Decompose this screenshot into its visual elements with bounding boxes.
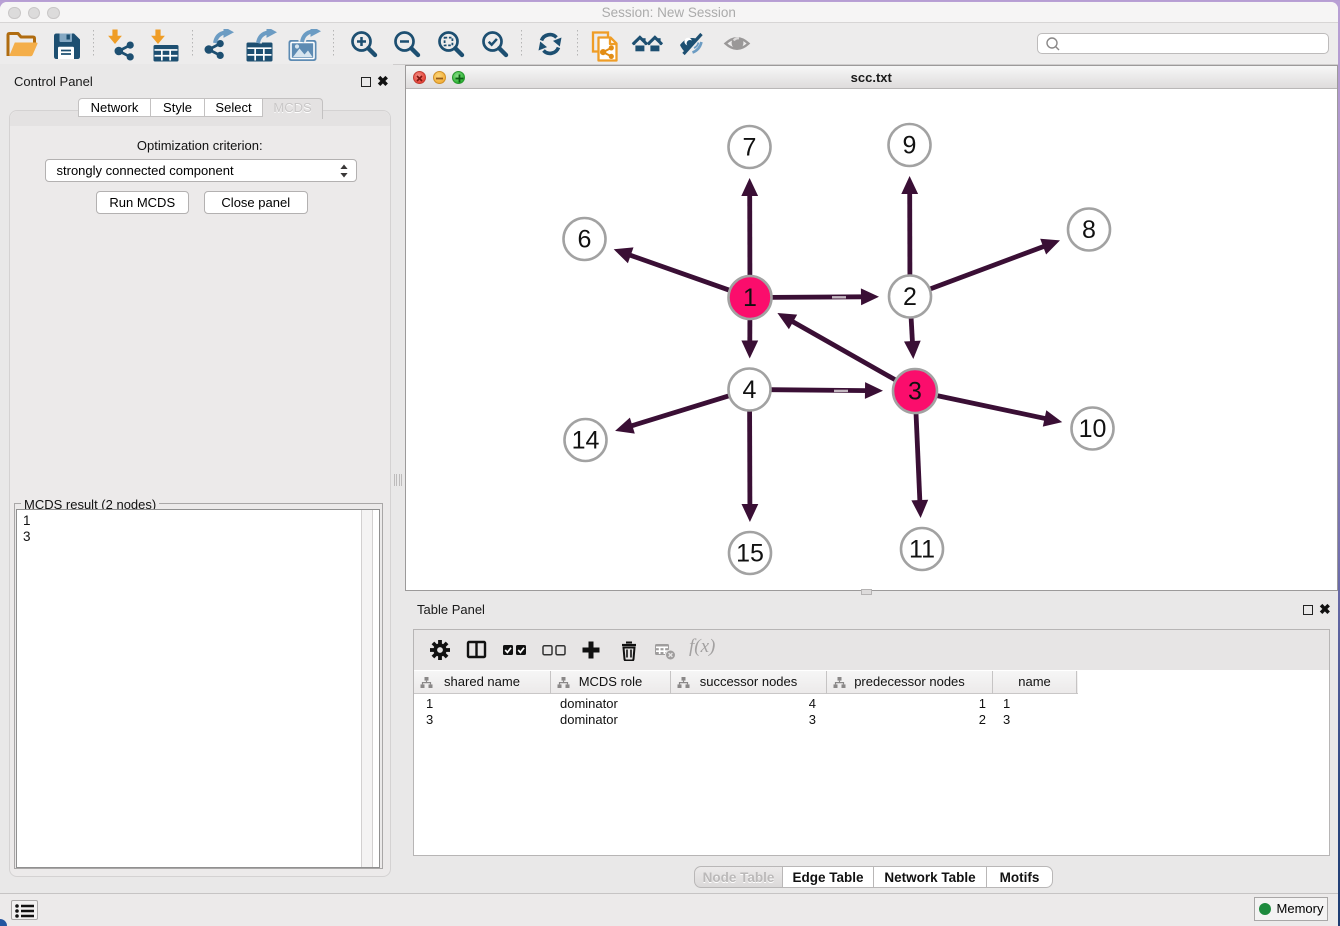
svg-text:3: 3 — [908, 377, 922, 405]
svg-text:4: 4 — [743, 376, 757, 404]
svg-text:11: 11 — [909, 535, 935, 563]
svg-text:14: 14 — [572, 426, 600, 454]
svg-text:9: 9 — [903, 131, 917, 159]
svg-text:7: 7 — [743, 133, 757, 161]
svg-text:8: 8 — [1082, 216, 1096, 244]
svg-text:15: 15 — [736, 539, 764, 567]
svg-text:10: 10 — [1079, 415, 1107, 443]
svg-text:1: 1 — [743, 284, 757, 312]
svg-text:6: 6 — [578, 225, 592, 253]
svg-text:2: 2 — [903, 283, 917, 311]
